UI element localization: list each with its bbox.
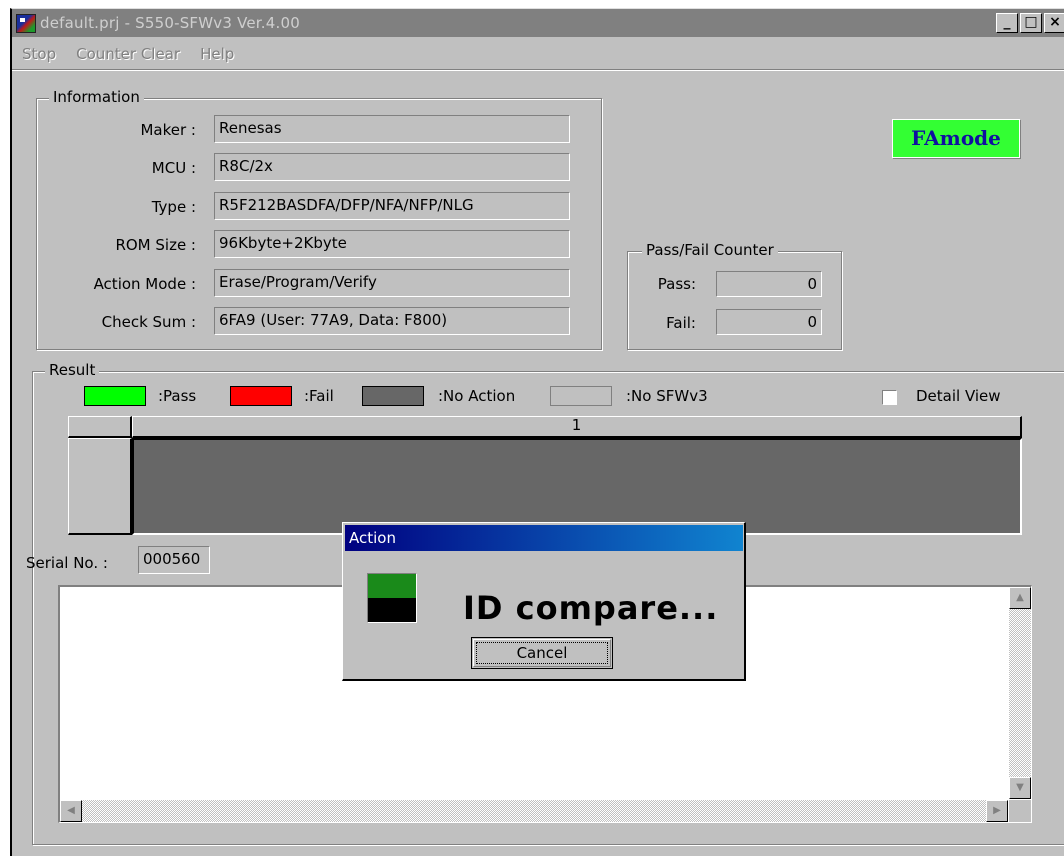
rom-size-field: 96Kbyte+2Kbyte — [214, 230, 570, 258]
action-dialog-title[interactable]: Action — [345, 525, 743, 551]
result-group-label: Result — [45, 361, 100, 379]
cancel-button-label: Cancel — [476, 642, 608, 664]
detail-view-checkbox[interactable] — [882, 390, 897, 405]
scrollbar-corner — [1009, 800, 1031, 822]
grid-row-header — [68, 438, 132, 535]
progress-status-icon — [367, 573, 417, 623]
menu-bar: Stop Counter Clear Help — [12, 45, 244, 67]
check-sum-label: Check Sum : — [101, 313, 196, 331]
counter-group-label: Pass/Fail Counter — [642, 241, 778, 259]
action-mode-field: Erase/Program/Verify — [214, 269, 570, 297]
check-sum-field: 6FA9 (User: 77A9, Data: F800) — [214, 307, 570, 335]
status-icon-bottom — [368, 598, 416, 622]
caption-buttons: _ □ × — [994, 13, 1064, 33]
menu-counter-clear[interactable]: Counter Clear — [66, 45, 190, 67]
window-title: default.prj - S550-SFWv3 Ver.4.00 — [40, 14, 300, 32]
no-action-legend-label: :No Action — [438, 387, 516, 405]
menu-help[interactable]: Help — [190, 45, 244, 67]
detail-view-label[interactable]: Detail View — [916, 387, 1001, 405]
famode-badge: FAmode — [892, 119, 1020, 158]
serial-no-label: Serial No. : — [26, 554, 108, 572]
log-horizontal-scrollbar[interactable]: ◀ ▶ — [60, 800, 1008, 822]
title-bar[interactable]: default.prj - S550-SFWv3 Ver.4.00 _ □ × — [12, 9, 1064, 37]
menu-stop[interactable]: Stop — [12, 45, 66, 67]
pass-fail-counter-group: Pass/Fail Counter — [627, 241, 842, 350]
type-field: R5F212BASDFA/DFP/NFA/NFP/NLG — [214, 192, 570, 220]
cancel-button[interactable]: Cancel — [471, 637, 613, 669]
rom-size-label: ROM Size : — [115, 236, 196, 254]
action-mode-label: Action Mode : — [93, 275, 196, 293]
no-sfwv3-legend-label: :No SFWv3 — [626, 387, 708, 405]
pass-legend-label: :Pass — [158, 387, 197, 405]
fail-label: Fail: — [666, 314, 696, 332]
action-message: ID compare... — [463, 589, 719, 627]
fail-legend-swatch — [230, 386, 292, 406]
scroll-up-button[interactable]: ▲ — [1009, 587, 1031, 609]
pass-count-field: 0 — [716, 271, 822, 297]
scroll-left-button[interactable]: ◀ — [60, 800, 82, 822]
main-window: default.prj - S550-SFWv3 Ver.4.00 _ □ × … — [10, 8, 1064, 856]
result-cell-1[interactable] — [132, 438, 1022, 535]
mcu-field: R8C/2x — [214, 153, 570, 181]
grid-corner-header — [68, 416, 132, 438]
no-action-legend-swatch — [362, 386, 424, 406]
fail-legend-label: :Fail — [304, 387, 334, 405]
grid-column-header: 1 — [132, 416, 1022, 438]
information-group-label: Information — [49, 88, 144, 106]
pass-legend-swatch — [84, 386, 146, 406]
maker-field: Renesas — [214, 115, 570, 143]
action-dialog: Action ID compare... Cancel — [342, 522, 746, 681]
close-button[interactable]: × — [1044, 13, 1064, 33]
status-icon-top — [368, 574, 416, 598]
menu-separator — [12, 69, 1064, 71]
maker-label: Maker : — [140, 121, 196, 139]
maximize-button[interactable]: □ — [1020, 13, 1042, 33]
serial-no-field: 000560 — [138, 546, 210, 574]
log-vertical-scrollbar[interactable]: ▲ ▼ — [1009, 587, 1031, 799]
type-label: Type : — [151, 198, 196, 216]
minimize-button[interactable]: _ — [996, 13, 1018, 33]
fail-count-field: 0 — [716, 309, 822, 335]
pass-label: Pass: — [657, 275, 696, 293]
app-icon[interactable] — [16, 14, 36, 33]
scroll-down-button[interactable]: ▼ — [1009, 777, 1031, 799]
scroll-right-button[interactable]: ▶ — [986, 800, 1008, 822]
no-sfwv3-legend-swatch — [550, 386, 612, 406]
mcu-label: MCU : — [151, 159, 196, 177]
